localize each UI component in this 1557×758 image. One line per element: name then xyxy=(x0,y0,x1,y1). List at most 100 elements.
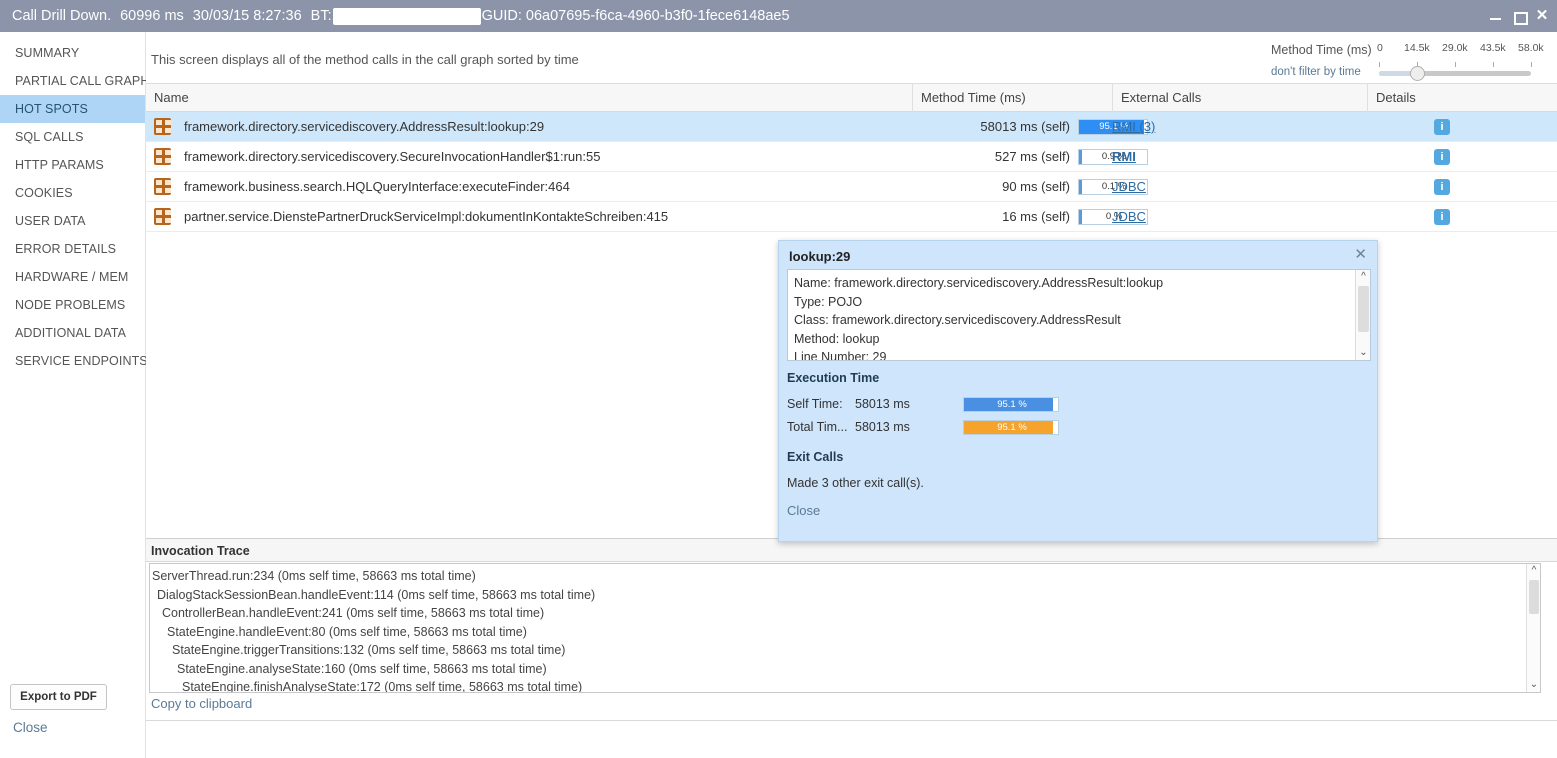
row-external-call-link[interactable]: RMI (3) xyxy=(1112,112,1155,142)
sidebar-item-label: NODE PROBLEMS xyxy=(15,298,125,312)
table-row[interactable]: framework.directory.servicediscovery.Add… xyxy=(146,112,1557,142)
trace-scrollbar[interactable]: ^ ⌄ xyxy=(1526,564,1540,692)
table-header: Name Method Time (ms) External Calls Det… xyxy=(146,84,1557,112)
dialog-detail-line: Method: lookup xyxy=(788,330,1370,349)
sidebar-item-label: SUMMARY xyxy=(15,46,79,60)
dialog-detail-line: Type: POJO xyxy=(788,293,1370,312)
filter-tick-mark xyxy=(1493,62,1494,67)
total-time-percent-label: 95.1 % xyxy=(964,421,1060,434)
window-bt-label: BT: xyxy=(311,8,332,24)
window-controls: ✕ xyxy=(1489,0,1549,32)
sidebar-item-http-params[interactable]: HTTP PARAMS xyxy=(0,151,145,179)
info-icon[interactable]: i xyxy=(1434,209,1450,225)
row-method-time: 527 ms (self) xyxy=(912,142,1070,172)
filter-slider[interactable] xyxy=(1379,62,1531,82)
close-icon[interactable]: ✕ xyxy=(1535,9,1549,23)
trace-line: ServerThread.run:234 (0ms self time, 586… xyxy=(150,567,1540,586)
row-external-call-link[interactable]: RMI xyxy=(1112,142,1136,172)
trace-scrollbar-thumb[interactable] xyxy=(1529,580,1539,614)
total-time-value: 58013 ms xyxy=(855,420,910,434)
trace-line: ControllerBean.handleEvent:241 (0ms self… xyxy=(150,604,1540,623)
scroll-down-icon[interactable]: ⌄ xyxy=(1356,346,1371,360)
trace-scroll-up-icon[interactable]: ^ xyxy=(1527,564,1541,578)
filter-tick-label: 58.0k xyxy=(1518,42,1544,54)
row-method-name: framework.directory.servicediscovery.Add… xyxy=(184,112,544,142)
filter-label: Method Time (ms) xyxy=(1271,43,1372,57)
self-time-percent-label: 95.1 % xyxy=(964,398,1060,411)
trace-line: DialogStackSessionBean.handleEvent:114 (… xyxy=(150,586,1540,605)
self-time-bar: 95.1 % xyxy=(963,397,1059,412)
row-method-name: framework.business.search.HQLQueryInterf… xyxy=(184,172,570,202)
invocation-trace-box[interactable]: ServerThread.run:234 (0ms self time, 586… xyxy=(149,563,1541,693)
column-header-details[interactable]: Details xyxy=(1367,84,1557,112)
scrollbar-thumb[interactable] xyxy=(1358,286,1369,332)
dialog-scrollbar[interactable]: ^ ⌄ xyxy=(1355,270,1370,360)
window-timestamp: 30/03/15 8:27:36 xyxy=(193,8,302,24)
slider-track[interactable] xyxy=(1379,71,1531,76)
sidebar-item-summary[interactable]: SUMMARY xyxy=(0,39,145,67)
filter-tick-label: 14.5k xyxy=(1404,42,1430,54)
table-row[interactable]: framework.business.search.HQLQueryInterf… xyxy=(146,172,1557,202)
filter-tick-label: 29.0k xyxy=(1442,42,1468,54)
method-chip-icon xyxy=(154,118,171,135)
trace-line: StateEngine.triggerTransitions:132 (0ms … xyxy=(150,641,1540,660)
column-header-name[interactable]: Name xyxy=(146,84,912,112)
row-external-call-link[interactable]: JDBC xyxy=(1112,172,1146,202)
sidebar-item-label: HOT SPOTS xyxy=(15,102,88,116)
self-time-label: Self Time: xyxy=(787,397,843,411)
table-row[interactable]: partner.service.DienstePartnerDruckServi… xyxy=(146,202,1557,232)
filter-tick-mark xyxy=(1455,62,1456,67)
method-chip-icon xyxy=(154,208,171,225)
scroll-up-icon[interactable]: ^ xyxy=(1356,270,1371,284)
exit-calls-header: Exit Calls xyxy=(787,450,843,464)
sidebar-item-hardware-mem[interactable]: HARDWARE / MEM xyxy=(0,263,145,291)
execution-time-header: Execution Time xyxy=(787,371,879,385)
sidebar-item-sql-calls[interactable]: SQL CALLS xyxy=(0,123,145,151)
info-bar: This screen displays all of the method c… xyxy=(146,32,1557,84)
window-duration: 60996 ms xyxy=(120,8,184,24)
maximize-icon[interactable] xyxy=(1512,9,1526,23)
sidebar-item-partial-call-graph[interactable]: PARTIAL CALL GRAPH xyxy=(0,67,145,95)
window-titlebar: Call Drill Down. 60996 ms 30/03/15 8:27:… xyxy=(0,0,1557,32)
exit-calls-text: Made 3 other exit call(s). xyxy=(787,476,924,490)
sidebar-item-hot-spots[interactable]: HOT SPOTS xyxy=(0,95,145,123)
method-chip-icon xyxy=(154,178,171,195)
window-title: Call Drill Down. xyxy=(12,8,111,24)
column-header-external-calls[interactable]: External Calls xyxy=(1112,84,1367,112)
sidebar-close-link[interactable]: Close xyxy=(13,720,48,735)
dialog-close-icon[interactable]: ✕ xyxy=(1354,245,1367,263)
dont-filter-by-time-link[interactable]: don't filter by time xyxy=(1271,66,1361,78)
sidebar-item-service-endpoints[interactable]: SERVICE ENDPOINTS xyxy=(0,347,145,375)
sidebar-item-node-problems[interactable]: NODE PROBLEMS xyxy=(0,291,145,319)
info-bar-text: This screen displays all of the method c… xyxy=(151,52,579,67)
method-detail-dialog: lookup:29 ✕ Name: framework.directory.se… xyxy=(778,240,1378,542)
sidebar-item-user-data[interactable]: USER DATA xyxy=(0,207,145,235)
dialog-close-link[interactable]: Close xyxy=(787,503,820,518)
method-chip-icon xyxy=(154,148,171,165)
sidebar-item-label: HTTP PARAMS xyxy=(15,158,104,172)
export-to-pdf-button[interactable]: Export to PDF xyxy=(10,684,107,710)
trace-line: StateEngine.analyseState:160 (0ms self t… xyxy=(150,660,1540,679)
sidebar-item-label: ERROR DETAILS xyxy=(15,242,116,256)
filter-tick-label: 0 xyxy=(1377,42,1383,54)
row-external-call-link[interactable]: JDBC xyxy=(1112,202,1146,232)
sidebar-item-label: SQL CALLS xyxy=(15,130,84,144)
dialog-detail-textbox[interactable]: Name: framework.directory.servicediscove… xyxy=(787,269,1371,361)
info-icon[interactable]: i xyxy=(1434,179,1450,195)
sidebar-item-cookies[interactable]: COOKIES xyxy=(0,179,145,207)
total-time-label: Total Tim... xyxy=(787,420,847,434)
sidebar-item-error-details[interactable]: ERROR DETAILS xyxy=(0,235,145,263)
minimize-icon[interactable] xyxy=(1489,9,1503,23)
column-header-method-time[interactable]: Method Time (ms) xyxy=(912,84,1112,112)
filter-tick-mark xyxy=(1531,62,1532,67)
sidebar-item-label: USER DATA xyxy=(15,214,86,228)
sidebar-item-additional-data[interactable]: ADDITIONAL DATA xyxy=(0,319,145,347)
table-row[interactable]: framework.directory.servicediscovery.Sec… xyxy=(146,142,1557,172)
trace-scroll-down-icon[interactable]: ⌄ xyxy=(1527,678,1541,692)
copy-to-clipboard-link[interactable]: Copy to clipboard xyxy=(151,696,252,711)
info-icon[interactable]: i xyxy=(1434,119,1450,135)
info-icon[interactable]: i xyxy=(1434,149,1450,165)
row-method-time: 58013 ms (self) xyxy=(912,112,1070,142)
slider-knob[interactable] xyxy=(1410,66,1425,81)
dialog-title: lookup:29 xyxy=(789,249,850,264)
